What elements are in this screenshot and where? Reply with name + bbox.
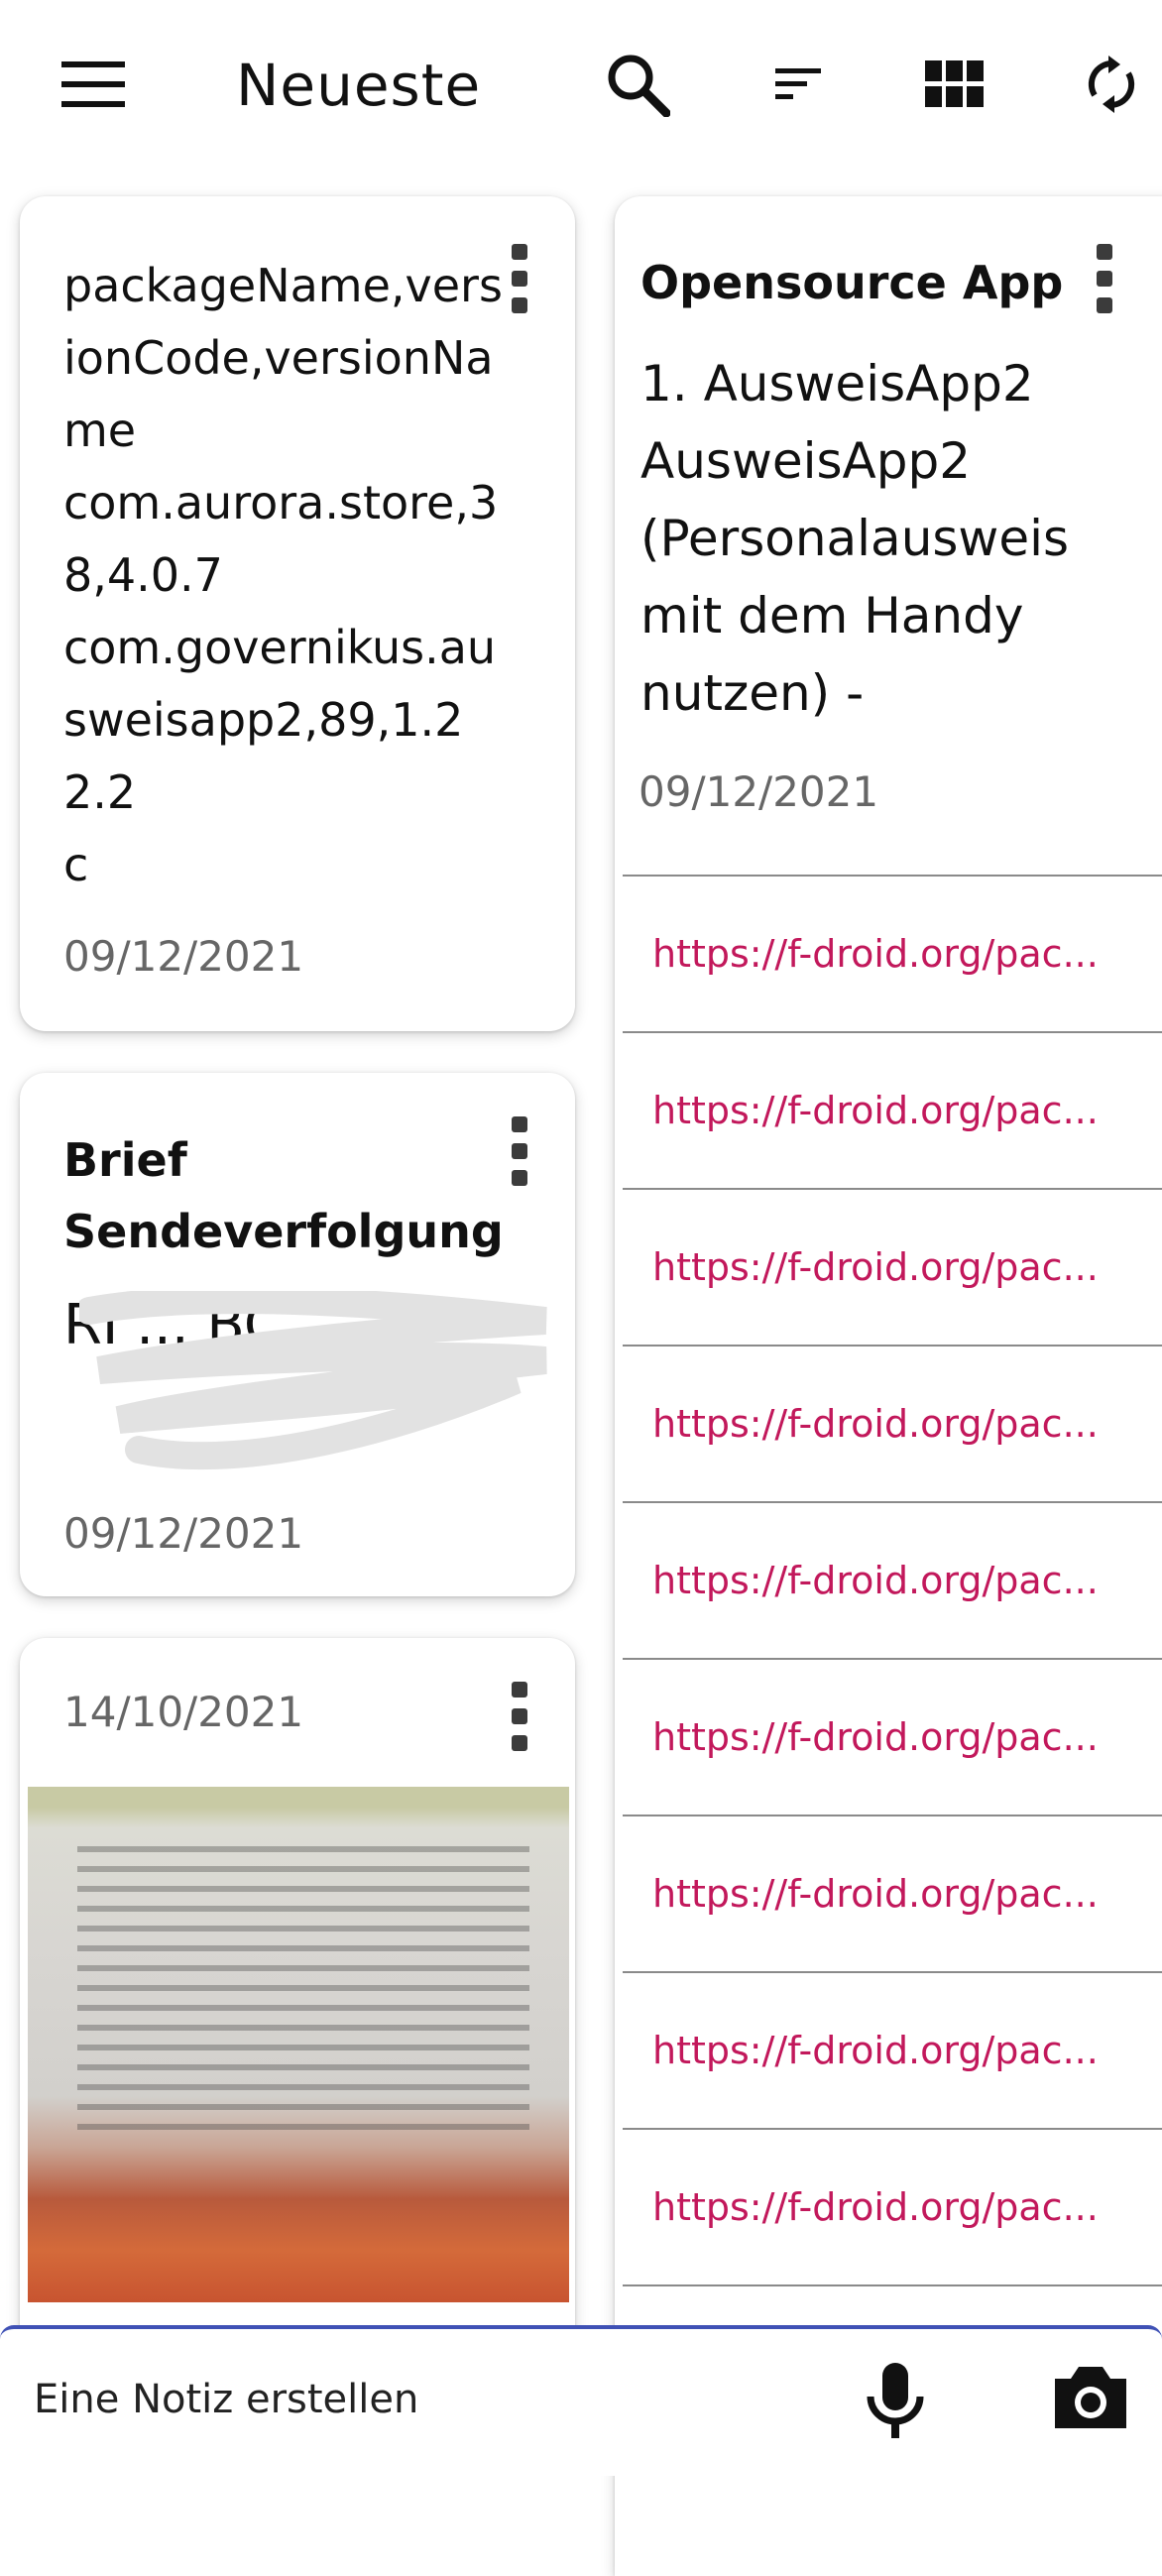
microphone-icon[interactable] <box>861 2359 930 2448</box>
page-title: Neueste <box>236 52 482 119</box>
link-url[interactable]: https://f-droid.org/pac... <box>652 2185 1099 2229</box>
more-options-icon[interactable] <box>500 244 539 313</box>
note-card[interactable]: Brief Sendeverfolgung RI ... BC 09/12/20… <box>20 1073 575 1596</box>
note-card[interactable]: packageName,versionCode,versionName com.… <box>20 196 575 1031</box>
note-card[interactable]: 14/10/2021 <box>20 1638 575 2392</box>
link-preview[interactable]: https://f-droid.org/pac... <box>623 1345 1162 1503</box>
note-title: Brief Sendeverfolgung <box>63 1133 504 1258</box>
redaction-scribble <box>79 1291 547 1470</box>
image-text-lines <box>77 1846 529 2144</box>
more-options-icon[interactable] <box>1085 244 1124 313</box>
link-url[interactable]: https://f-droid.org/pac... <box>652 1559 1099 1602</box>
menu-icon[interactable] <box>54 40 133 129</box>
note-image <box>28 1787 569 2302</box>
link-url[interactable]: https://f-droid.org/pac... <box>652 2029 1099 2072</box>
link-url[interactable]: https://f-droid.org/pac... <box>652 1245 1099 1289</box>
top-app-bar: Neueste <box>0 0 1162 178</box>
link-url[interactable]: https://f-droid.org/pac... <box>652 1715 1099 1759</box>
link-preview[interactable]: https://f-droid.org/pac... <box>623 1031 1162 1190</box>
search-icon[interactable] <box>593 40 682 129</box>
link-url[interactable]: https://f-droid.org/pac... <box>652 932 1099 976</box>
note-card[interactable]: Opensource App 1. AusweisApp2 AusweisApp… <box>615 196 1162 2576</box>
create-note-input[interactable]: Eine Notiz erstellen <box>34 2377 418 2422</box>
note-body: 1. AusweisApp2 AusweisApp2 (Personalausw… <box>640 355 1070 722</box>
link-preview[interactable]: https://f-droid.org/pac... <box>623 1188 1162 1347</box>
link-preview[interactable]: https://f-droid.org/pac... <box>623 875 1162 1033</box>
sync-icon[interactable] <box>1069 40 1154 129</box>
note-date: 09/12/2021 <box>639 767 879 816</box>
more-options-icon[interactable] <box>500 1682 539 1751</box>
link-preview[interactable]: https://f-droid.org/pac... <box>623 1815 1162 1973</box>
sort-icon[interactable] <box>754 40 843 129</box>
link-preview[interactable]: https://f-droid.org/pac... <box>623 1658 1162 1816</box>
bottom-bar: Eine Notiz erstellen <box>0 2325 1162 2476</box>
link-preview[interactable]: https://f-droid.org/pac... <box>623 1971 1162 2130</box>
note-date: 14/10/2021 <box>63 1688 304 1736</box>
camera-icon[interactable] <box>1051 2363 1130 2432</box>
note-body: packageName,versionCode,versionName com.… <box>63 259 503 891</box>
note-title: Opensource App <box>640 256 1064 309</box>
note-date: 09/12/2021 <box>63 932 304 981</box>
link-url[interactable]: https://f-droid.org/pac... <box>652 1089 1099 1132</box>
link-url[interactable]: https://f-droid.org/pac... <box>652 1402 1099 1446</box>
note-date: 09/12/2021 <box>63 1509 304 1558</box>
grid-view-icon[interactable] <box>910 40 999 129</box>
more-options-icon[interactable] <box>500 1116 539 1186</box>
link-url[interactable]: https://f-droid.org/pac... <box>652 1872 1099 1916</box>
link-preview[interactable]: https://f-droid.org/pac... <box>623 1501 1162 1660</box>
link-preview[interactable]: https://f-droid.org/pac... <box>623 2128 1162 2286</box>
